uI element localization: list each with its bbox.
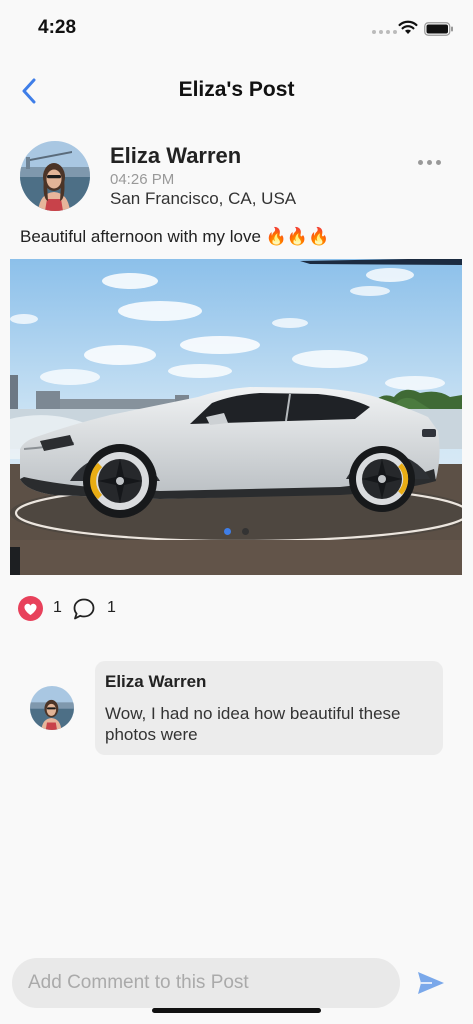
pager-dot-active[interactable] <box>224 528 231 535</box>
comment-author[interactable]: Eliza Warren <box>105 672 433 692</box>
page-title: Eliza's Post <box>178 78 295 101</box>
nav-bar: Eliza's Post <box>0 64 473 118</box>
photo-pager[interactable] <box>224 528 249 535</box>
speech-bubble-icon[interactable] <box>72 597 96 621</box>
status-bar: 4:28 <box>0 0 473 56</box>
like-count: 1 <box>53 599 62 616</box>
signal-dots-icon <box>372 30 397 34</box>
status-time: 4:28 <box>38 17 77 38</box>
post-location: San Francisco, CA, USA <box>110 189 297 208</box>
battery-icon <box>424 22 453 36</box>
comment-input[interactable] <box>12 958 400 1008</box>
avatar-photo <box>20 141 90 211</box>
more-horizontal-icon <box>418 160 423 165</box>
send-icon[interactable] <box>416 970 446 996</box>
author-name[interactable]: Eliza Warren <box>110 143 241 169</box>
commenter-avatar[interactable] <box>30 686 74 730</box>
pager-dot[interactable] <box>242 528 249 535</box>
home-indicator <box>152 1008 321 1013</box>
author-avatar[interactable] <box>20 141 90 211</box>
comment-count: 1 <box>107 599 116 616</box>
more-options-button[interactable] <box>418 156 441 169</box>
comment-bubble: Eliza Warren Wow, I had no idea how beau… <box>95 661 443 755</box>
comment-text: Wow, I had no idea how beautiful these p… <box>105 704 401 744</box>
wifi-icon <box>398 20 418 34</box>
heart-icon[interactable] <box>18 596 43 621</box>
post-caption: Beautiful afternoon with my love 🔥🔥🔥 <box>20 227 330 246</box>
post-timestamp: 04:26 PM <box>110 171 175 188</box>
avatar-photo <box>30 686 74 730</box>
